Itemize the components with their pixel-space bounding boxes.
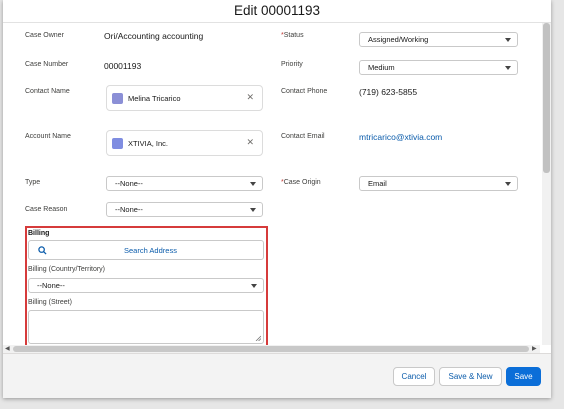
billing-country-value: --None--: [37, 281, 65, 290]
scroll-left-icon[interactable]: ◀: [5, 345, 10, 352]
modal-title: Edit 00001193: [233, 3, 321, 18]
billing-address-search[interactable]: Search Address: [28, 240, 264, 260]
save-and-new-button[interactable]: Save & New: [439, 367, 502, 386]
contact-name-lookup[interactable]: Melina Tricarico ✕: [106, 85, 263, 111]
chevron-down-icon: [505, 66, 511, 70]
close-icon[interactable]: ✕: [246, 137, 254, 148]
chevron-down-icon: [250, 182, 256, 186]
priority-label: Priority: [281, 61, 303, 68]
case-origin-value: Email: [368, 179, 387, 188]
case-owner-label: Case Owner: [25, 32, 64, 39]
search-icon: [38, 246, 47, 255]
vertical-scroll-thumb[interactable]: [543, 23, 550, 173]
billing-street-label: Billing (Street): [28, 299, 72, 306]
account-name-label: Account Name: [25, 133, 71, 140]
case-number-value: 00001193: [104, 61, 142, 71]
edit-case-modal: Edit 00001193 Case Owner Ori/Accounting …: [3, 0, 551, 398]
priority-select[interactable]: Medium: [359, 60, 518, 75]
case-reason-select[interactable]: --None--: [106, 202, 263, 217]
contact-icon: [112, 93, 123, 104]
type-value: --None--: [115, 179, 143, 188]
case-origin-select[interactable]: Email: [359, 176, 518, 191]
case-origin-label-text: Case Origin: [283, 179, 321, 186]
chevron-down-icon: [251, 284, 257, 288]
close-icon[interactable]: ✕: [246, 92, 254, 103]
contact-phone-label: Contact Phone: [281, 88, 328, 95]
contact-name-label: Contact Name: [25, 88, 70, 95]
status-label: *Status: [281, 32, 304, 39]
account-name-lookup[interactable]: XTIVIA, Inc. ✕: [106, 130, 263, 156]
priority-value: Medium: [368, 63, 395, 72]
chevron-down-icon: [250, 208, 256, 212]
billing-country-select[interactable]: --None--: [28, 278, 264, 293]
case-number-label: Case Number: [25, 61, 69, 68]
contact-phone-value: (719) 623-5855: [359, 87, 418, 97]
account-icon: [112, 138, 123, 149]
chevron-down-icon: [505, 38, 511, 42]
contact-email-label: Contact Email: [281, 133, 325, 140]
contact-email-link[interactable]: mtricarico@xtivia.com: [359, 132, 442, 142]
modal-header: Edit 00001193: [3, 0, 551, 23]
cancel-button[interactable]: Cancel: [393, 367, 435, 386]
search-address-placeholder: Search Address: [124, 246, 177, 255]
billing-street-textarea[interactable]: [28, 310, 264, 344]
type-label: Type: [25, 179, 41, 186]
horizontal-scrollbar[interactable]: ◀ ▶: [3, 345, 540, 353]
billing-heading: Billing: [28, 230, 50, 237]
status-select[interactable]: Assigned/Working: [359, 32, 518, 47]
save-button[interactable]: Save: [506, 367, 541, 386]
case-reason-value: --None--: [115, 205, 143, 214]
type-select[interactable]: --None--: [106, 176, 263, 191]
account-name-value: XTIVIA, Inc.: [128, 139, 169, 148]
chevron-down-icon: [505, 182, 511, 186]
vertical-scrollbar[interactable]: [542, 23, 551, 345]
status-label-text: Status: [283, 32, 304, 39]
modal-footer: Cancel Save & New Save: [3, 353, 551, 398]
resize-handle-icon[interactable]: [255, 335, 261, 341]
scroll-right-icon[interactable]: ▶: [532, 345, 537, 352]
billing-country-label: Billing (Country/Territory): [28, 266, 106, 273]
case-origin-label: *Case Origin: [281, 179, 321, 186]
case-reason-label: Case Reason: [25, 206, 68, 213]
case-owner-value[interactable]: Ori/Accounting accounting: [104, 31, 203, 41]
horizontal-scroll-thumb[interactable]: [13, 346, 529, 352]
status-value: Assigned/Working: [368, 35, 429, 44]
contact-name-value: Melina Tricarico: [128, 94, 181, 103]
